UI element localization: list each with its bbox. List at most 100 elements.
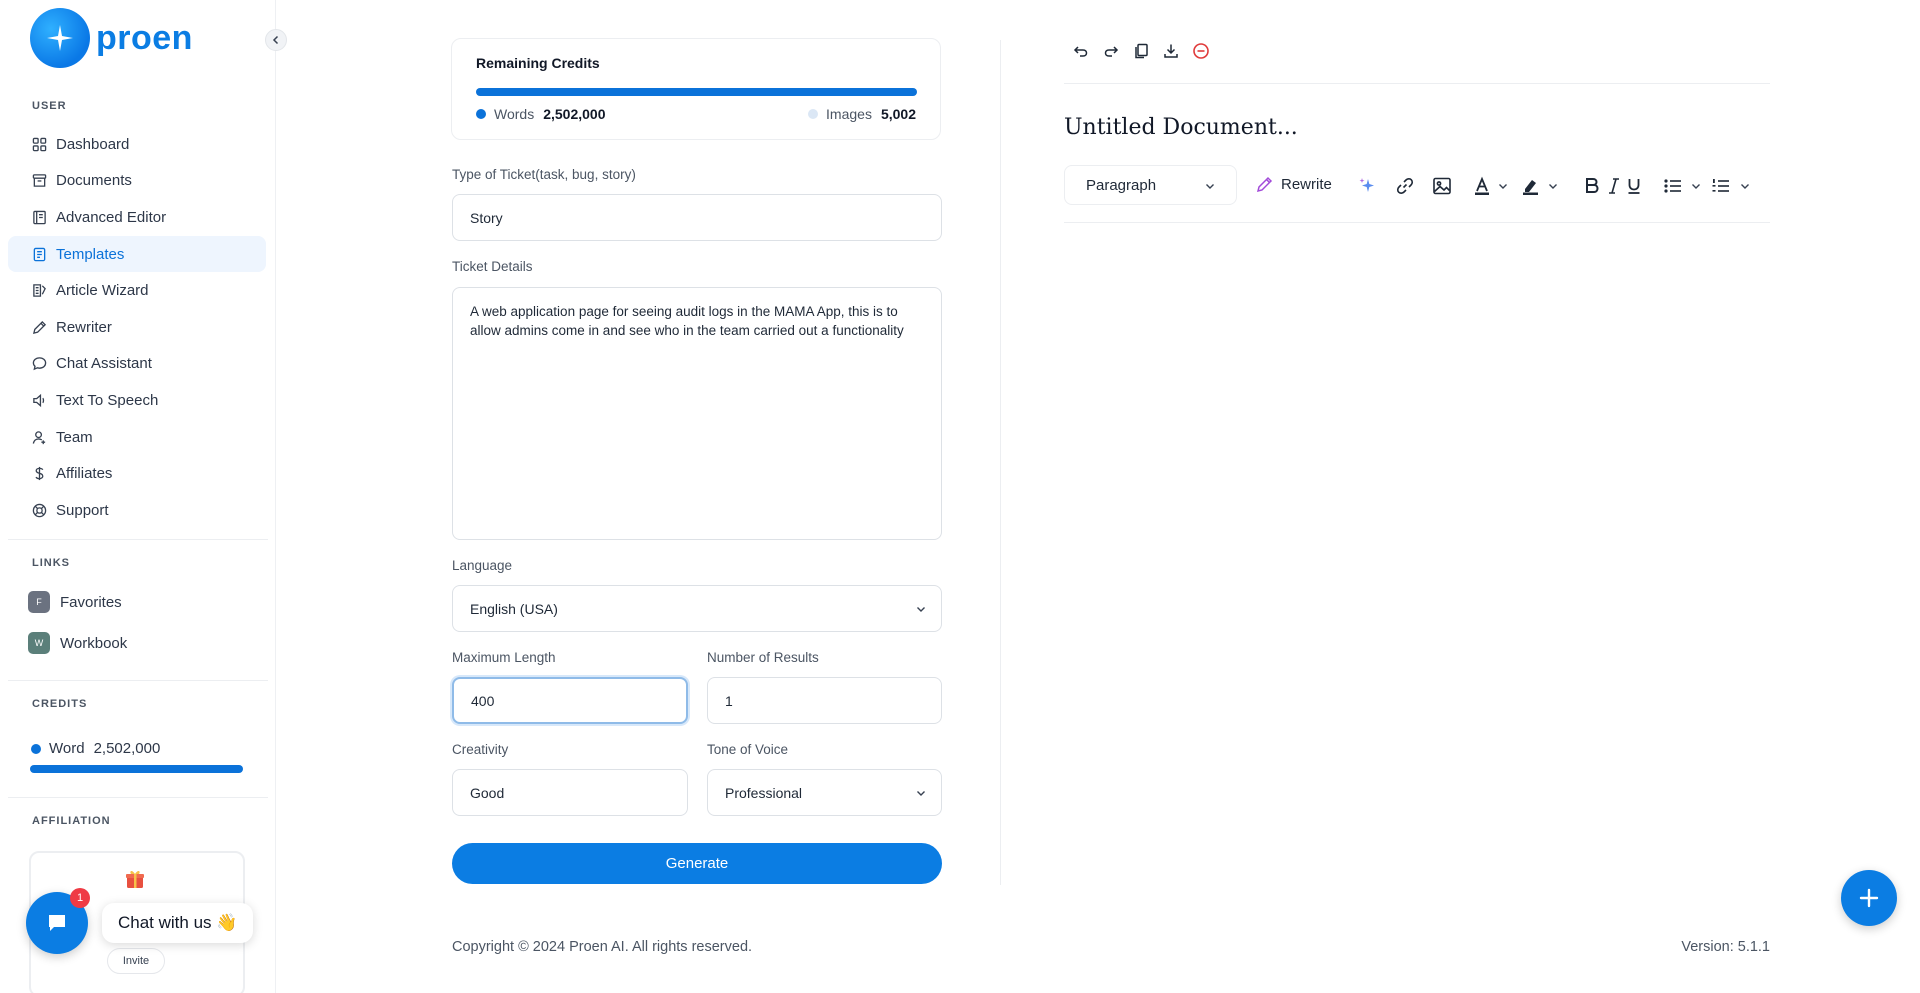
- column-divider: [1000, 40, 1001, 885]
- copy-icon[interactable]: [1132, 42, 1150, 60]
- add-fab-button[interactable]: [1841, 870, 1897, 926]
- text-color-icon[interactable]: [1472, 175, 1492, 197]
- chevron-down-icon: [917, 791, 925, 796]
- ticket-details-textarea[interactable]: A web application page for seeing audit …: [452, 287, 942, 540]
- link-workbook[interactable]: W Workbook: [28, 632, 127, 654]
- creativity-label: Creativity: [452, 742, 509, 757]
- footer-version: Version: 5.1.1: [1681, 939, 1770, 955]
- delete-document-icon[interactable]: [1192, 42, 1210, 60]
- dollar-icon: [31, 466, 47, 482]
- editor-toolbar-divider: [1064, 222, 1770, 223]
- sidebar-item-affiliates[interactable]: Affiliates: [8, 455, 266, 492]
- language-label: Language: [452, 558, 513, 573]
- sidebar-credit-word: Word 2,502,000: [31, 740, 160, 757]
- chevron-down-icon[interactable]: [1739, 175, 1751, 197]
- language-select[interactable]: English (USA): [452, 585, 942, 632]
- document-title[interactable]: Untitled Document...: [1064, 115, 1298, 140]
- sidebar-item-label: Chat Assistant: [56, 355, 152, 373]
- book-icon: [31, 209, 47, 225]
- chevron-down-icon[interactable]: [1690, 175, 1702, 197]
- sidebar-item-rewriter[interactable]: Rewriter: [8, 309, 266, 346]
- sidebar-item-documents[interactable]: Documents: [8, 163, 266, 200]
- chevron-down-icon[interactable]: [1547, 175, 1559, 197]
- editor-divider: [1064, 83, 1770, 84]
- block-type-value: Paragraph: [1086, 176, 1157, 194]
- remaining-credits-card: Remaining Credits Words 2,502,000 Images…: [451, 38, 941, 140]
- sidebar-item-templates[interactable]: Templates: [8, 235, 266, 273]
- credits-words: Words 2,502,000: [476, 106, 606, 122]
- image-icon[interactable]: [1432, 175, 1452, 197]
- sidebar-item-label: Dashboard: [56, 135, 130, 153]
- credits-card-title: Remaining Credits: [476, 55, 600, 71]
- sidebar-item-label: Advanced Editor: [56, 208, 167, 226]
- creativity-input[interactable]: Good: [452, 769, 688, 816]
- images-label: Images: [826, 106, 872, 122]
- num-results-label: Number of Results: [707, 650, 819, 665]
- grid-icon: [31, 136, 47, 152]
- chevron-down-icon: [917, 607, 925, 612]
- words-value: 2,502,000: [543, 106, 606, 122]
- sidebar-item-label: Affiliates: [56, 465, 113, 483]
- sidebar-item-advanced-editor[interactable]: Advanced Editor: [8, 199, 266, 236]
- link-favorites[interactable]: F Favorites: [28, 591, 122, 613]
- credit-word-label: Word: [49, 740, 85, 757]
- plus-icon: [1859, 888, 1879, 908]
- highlight-color-icon[interactable]: [1521, 175, 1541, 197]
- user-icon: [31, 429, 47, 445]
- download-icon[interactable]: [1162, 42, 1180, 60]
- rewrite-label: Rewrite: [1281, 175, 1332, 193]
- ticket-type-input[interactable]: Story: [452, 194, 942, 241]
- tone-select[interactable]: Professional: [707, 769, 942, 816]
- sidebar-item-article-wizard[interactable]: Article Wizard: [8, 272, 266, 309]
- user-section-label: USER: [32, 100, 67, 112]
- images-dot: [808, 109, 819, 119]
- footer-copyright: Copyright © 2024 Proen AI. All rights re…: [452, 939, 753, 955]
- max-length-input[interactable]: 400: [452, 677, 688, 724]
- sidebar-item-label: Support: [56, 501, 109, 519]
- link-icon[interactable]: [1395, 175, 1415, 197]
- sidebar-nav: Dashboard Documents Advanced Editor Temp…: [8, 126, 266, 529]
- invite-button[interactable]: Invite: [107, 948, 165, 974]
- sidebar-item-chat-assistant[interactable]: Chat Assistant: [8, 346, 266, 383]
- bold-icon[interactable]: [1584, 175, 1600, 197]
- affiliation-section-label: AFFILIATION: [32, 815, 111, 827]
- generate-button[interactable]: Generate: [452, 843, 942, 884]
- underline-icon[interactable]: [1626, 175, 1642, 197]
- ai-sparkle-icon[interactable]: [1357, 175, 1377, 197]
- credits-images: Images 5,002: [808, 106, 916, 122]
- workbook-badge: W: [28, 632, 50, 654]
- credit-word-value: 2,502,000: [93, 740, 161, 757]
- sparkle-logo-icon: [30, 8, 90, 68]
- magic-pen-icon: [1256, 176, 1273, 193]
- rewrite-button[interactable]: Rewrite: [1256, 175, 1332, 193]
- chat-unread-badge: 1: [70, 888, 90, 908]
- tone-value: Professional: [725, 784, 803, 801]
- brand-logo[interactable]: proen: [30, 8, 193, 68]
- link-label: Favorites: [60, 593, 122, 611]
- sidebar-item-label: Rewriter: [56, 318, 112, 336]
- sidebar-item-label: Article Wizard: [56, 282, 149, 300]
- block-type-select[interactable]: Paragraph: [1064, 165, 1237, 205]
- collapse-sidebar-button[interactable]: [265, 29, 287, 51]
- credits-section-label: CREDITS: [32, 698, 88, 710]
- sidebar: proen USER Dashboard Documents Advanced …: [0, 0, 276, 993]
- sidebar-item-text-to-speech[interactable]: Text To Speech: [8, 382, 266, 419]
- sidebar-item-label: Team: [56, 428, 93, 446]
- sidebar-item-support[interactable]: Support: [8, 492, 266, 529]
- ticket-type-label: Type of Ticket(task, bug, story): [452, 167, 636, 182]
- undo-icon[interactable]: [1072, 42, 1090, 60]
- redo-icon[interactable]: [1102, 42, 1120, 60]
- sidebar-item-dashboard[interactable]: Dashboard: [8, 126, 266, 163]
- num-results-input[interactable]: 1: [707, 677, 942, 724]
- tone-label: Tone of Voice: [707, 742, 789, 757]
- sidebar-item-team[interactable]: Team: [8, 419, 266, 456]
- sidebar-divider: [8, 797, 268, 798]
- links-section-label: LINKS: [32, 557, 70, 569]
- bullet-list-icon[interactable]: [1663, 175, 1683, 197]
- italic-icon[interactable]: [1607, 175, 1621, 197]
- words-dot: [476, 109, 486, 119]
- chevron-down-icon[interactable]: [1497, 175, 1509, 197]
- chat-with-us-bubble[interactable]: Chat with us 👋: [102, 903, 254, 943]
- sidebar-item-label: Templates: [56, 245, 125, 263]
- numbered-list-icon[interactable]: [1711, 175, 1731, 197]
